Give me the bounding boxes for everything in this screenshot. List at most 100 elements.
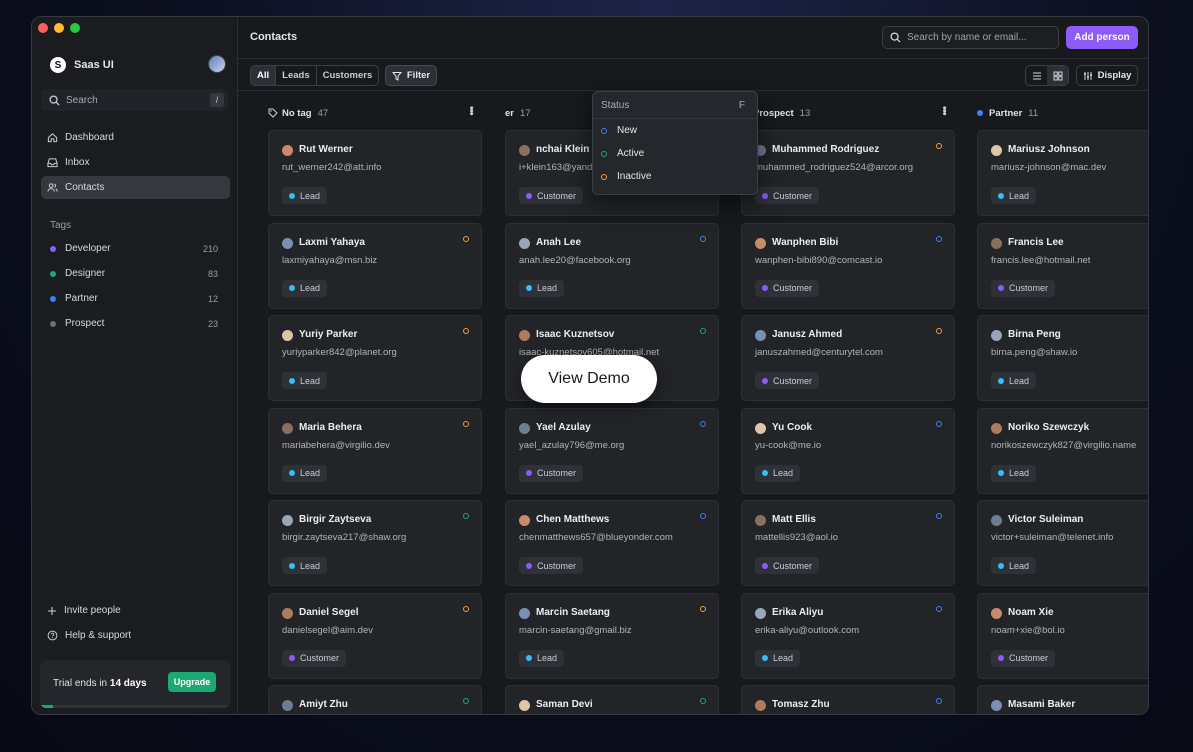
- contact-avatar: [282, 237, 293, 249]
- more-vertical-icon[interactable]: •••: [465, 106, 477, 115]
- contact-card[interactable]: Amiyt Zhu: [268, 685, 482, 714]
- contact-card[interactable]: Noriko Szewczyk norikoszewczyk827@virgili…: [977, 407, 1148, 494]
- contact-type-badge: Lead: [282, 464, 328, 482]
- contact-card[interactable]: Yu Cook yu-cook@me.io Lead: [741, 407, 955, 494]
- contact-email: rut_werner242@att.info: [282, 162, 382, 173]
- contact-name: Daniel Segel: [299, 606, 359, 618]
- user-avatar[interactable]: [208, 55, 226, 73]
- contact-name: Matt Ellis: [772, 514, 816, 525]
- contact-card[interactable]: Muhammed Rodriguez muhammed_rodriguez524@…: [741, 130, 955, 216]
- contact-card[interactable]: Marcin Saetang marcin-saetang@gmail.biz Le…: [505, 592, 719, 679]
- filter-button[interactable]: Filter: [385, 65, 437, 86]
- status-indicator-icon: [936, 698, 942, 704]
- contact-card[interactable]: Victor Suleiman victor+suleiman@telenet.i…: [977, 500, 1148, 586]
- contact-card[interactable]: Rut Werner rut_werner242@att.info Lead: [268, 130, 482, 216]
- filter-option-label: New: [617, 125, 638, 136]
- close-light[interactable]: [38, 23, 48, 33]
- status-indicator-icon: [700, 513, 706, 519]
- upgrade-button[interactable]: Upgrade: [168, 672, 216, 692]
- contact-card[interactable]: Maria Behera mariabehera@virgilio.dev Lead: [268, 407, 482, 494]
- users-icon: [47, 183, 58, 192]
- status-dot-icon: [601, 150, 607, 157]
- main-panel: Contacts Add person All Leads Customers …: [238, 17, 1148, 714]
- badge-label: Lead: [773, 468, 794, 478]
- contact-avatar: [755, 422, 766, 434]
- contact-card[interactable]: Birgir Zaytseva birgir.zaytseva217@shaw.o…: [268, 500, 482, 586]
- window-controls: [38, 23, 80, 33]
- contact-search[interactable]: [882, 26, 1059, 49]
- badge-label: Lead: [537, 283, 558, 293]
- filter-option-new[interactable]: New: [593, 119, 757, 142]
- contact-name: Victor Suleiman: [1008, 514, 1084, 525]
- tab-all[interactable]: All: [251, 66, 277, 85]
- filter-icon: [391, 71, 402, 81]
- more-vertical-icon[interactable]: •••: [938, 106, 950, 115]
- badge-dot: [526, 655, 532, 661]
- contact-card[interactable]: Anah Lee anah.lee20@facebook.org Lead: [505, 222, 719, 309]
- contact-card[interactable]: Wanphen Bibi wanphen-bibi890@comcast.io Cu…: [741, 222, 955, 309]
- contact-card[interactable]: Matt Ellis mattellis923@aol.io Customer: [741, 500, 955, 586]
- status-indicator-icon: [463, 328, 469, 334]
- tab-leads[interactable]: Leads: [276, 66, 317, 85]
- contact-card[interactable]: Saman Devi: [505, 685, 719, 714]
- nav-inbox[interactable]: Inbox: [41, 151, 230, 174]
- filter-option-inactive[interactable]: Inactive: [593, 165, 757, 188]
- filter-option-label: Inactive: [617, 171, 652, 182]
- display-button[interactable]: Display: [1076, 65, 1138, 86]
- filter-option-active[interactable]: Active: [593, 142, 757, 165]
- tag-dot: [50, 320, 56, 327]
- nav-dashboard[interactable]: Dashboard: [41, 126, 230, 149]
- trial-prefix: Trial ends in: [53, 678, 108, 689]
- contact-search-input[interactable]: [907, 32, 1057, 43]
- contact-name: Laxmi Yahaya: [299, 236, 365, 248]
- contact-card[interactable]: Tomasz Zhu: [741, 685, 955, 714]
- view-demo-button[interactable]: View Demo: [521, 355, 657, 403]
- status-indicator-icon: [936, 328, 942, 334]
- contact-card[interactable]: Francis Lee francis.lee@hotmail.net Custom…: [977, 222, 1148, 309]
- status-indicator-icon: [463, 605, 469, 612]
- tag-prospect[interactable]: Prospect 23: [50, 318, 218, 329]
- help-label: Help & support: [65, 630, 132, 641]
- contact-card[interactable]: Laxmi Yahaya laxmiyahaya@msn.biz Lead: [268, 222, 482, 309]
- contact-type-badge: Customer: [755, 187, 820, 204]
- contact-card[interactable]: Janusz Ahmed januszahmed@centurytel.com Cu…: [741, 315, 955, 401]
- contact-card[interactable]: Erika Aliyu erika-aliyu@outlook.com Lead: [741, 592, 955, 679]
- contact-card[interactable]: Yuriy Parker yuriyparker842@planet.org Lea…: [268, 315, 482, 401]
- board-view-button[interactable]: [1047, 66, 1068, 85]
- nav-contacts[interactable]: Contacts: [41, 176, 230, 199]
- contact-name: Francis Lee: [1008, 236, 1064, 248]
- badge-label: Customer: [773, 560, 813, 571]
- contact-card[interactable]: Mariusz Johnson mariusz-johnson@mac.dev Le…: [977, 130, 1148, 216]
- invite-people[interactable]: Invite people: [41, 599, 230, 622]
- tag-developer[interactable]: Developer 210: [50, 243, 218, 254]
- add-person-button[interactable]: Add person: [1066, 26, 1138, 49]
- contact-email: francis.lee@hotmail.net: [991, 254, 1091, 266]
- column-header[interactable]: Partner 11: [977, 103, 1148, 123]
- contact-card[interactable]: Masami Baker: [977, 685, 1148, 714]
- help-support[interactable]: Help & support: [41, 624, 230, 647]
- contact-card[interactable]: Chen Matthews chenmatthews657@blueyonder.…: [505, 500, 719, 586]
- contact-card[interactable]: Yael Azulay yael_azulay796@me.org Customer: [505, 407, 719, 494]
- badge-dot: [762, 562, 768, 569]
- contact-card[interactable]: Noam Xie noam+xie@bol.io Customer: [977, 592, 1148, 679]
- maximize-light[interactable]: [70, 23, 80, 33]
- help-circle-icon: [47, 630, 58, 641]
- tag-label: Developer: [65, 243, 111, 254]
- column-title: No tag: [282, 107, 312, 119]
- contact-card[interactable]: Daniel Segel danielsegel@aim.dev Customer: [268, 592, 482, 679]
- contact-card[interactable]: Birna Peng birna.peng@shaw.io Lead: [977, 315, 1148, 401]
- contact-type-badge: Customer: [519, 557, 584, 574]
- minimize-light[interactable]: [54, 23, 64, 33]
- column-header[interactable]: No tag 47 •••: [268, 103, 482, 123]
- brand[interactable]: S Saas UI: [50, 57, 114, 73]
- tag-designer[interactable]: Designer 83: [50, 268, 218, 279]
- tab-customers[interactable]: Customers: [317, 66, 379, 85]
- contact-email: danielsegel@aim.dev: [282, 624, 373, 636]
- tag-partner[interactable]: Partner 12: [50, 293, 218, 304]
- contact-email: erika-aliyu@outlook.com: [755, 624, 860, 636]
- column-header[interactable]: Prospect 13 •••: [741, 103, 955, 123]
- toolbar: All Leads Customers Filter Display: [238, 59, 1148, 91]
- sidebar-search[interactable]: Search /: [41, 89, 228, 111]
- list-view-button[interactable]: [1026, 66, 1047, 85]
- badge-dot: [998, 655, 1004, 661]
